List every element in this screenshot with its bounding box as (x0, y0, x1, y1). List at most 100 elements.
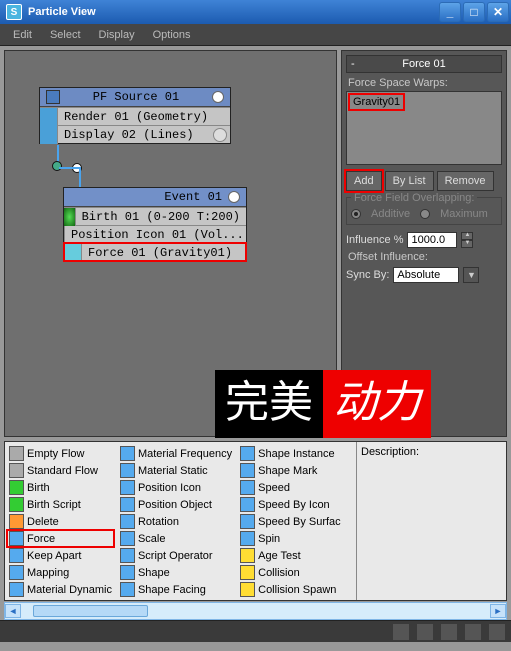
depot-col-3: Shape Instance Shape Mark Speed Speed By… (236, 442, 345, 600)
influence-input[interactable]: 1000.0 (407, 232, 457, 248)
menu-options[interactable]: Options (144, 29, 200, 41)
menu-select[interactable]: Select (41, 29, 90, 41)
close-button[interactable]: ✕ (487, 2, 509, 22)
collapse-icon[interactable]: - (351, 58, 355, 70)
node-title-event[interactable]: Event 01 (64, 188, 246, 207)
test-icon (240, 582, 255, 597)
op-position-object[interactable]: Position Object (118, 496, 234, 513)
shape-icon (120, 582, 135, 597)
menu-edit[interactable]: Edit (4, 29, 41, 41)
remove-button[interactable]: Remove (437, 171, 494, 191)
maximize-button[interactable]: □ (463, 2, 485, 22)
spacewarps-list[interactable]: Gravity01 (346, 91, 502, 165)
node-row-position[interactable]: Position Icon 01 (Vol... (64, 225, 246, 243)
material-icon (9, 582, 24, 597)
delete-icon (9, 514, 24, 529)
op-keep-apart[interactable]: Keep Apart (7, 547, 114, 564)
op-speed-by-icon[interactable]: Speed By Icon (238, 496, 343, 513)
op-shape-facing[interactable]: Shape Facing (118, 581, 234, 598)
node-row-force[interactable]: Force 01 (Gravity01) (64, 243, 246, 261)
op-collision[interactable]: Collision (238, 564, 343, 581)
op-material-frequency[interactable]: Material Frequency (118, 445, 234, 462)
shape-icon (240, 463, 255, 478)
birth-icon (64, 208, 76, 226)
bylist-button[interactable]: By List (385, 171, 434, 191)
script-icon (120, 548, 135, 563)
description-label: Description: (361, 446, 502, 458)
op-shape[interactable]: Shape (118, 564, 234, 581)
offset-label: Offset Influence: (348, 251, 502, 263)
influence-spinner[interactable]: ▲▼ (461, 232, 473, 248)
influence-label: Influence % (346, 234, 403, 246)
shape-icon (120, 565, 135, 580)
status-bar (0, 620, 511, 642)
op-speed-by-surface[interactable]: Speed By Surfac (238, 513, 343, 530)
overlap-fieldset: Force Field Overlapping: Additive Maximu… (346, 197, 502, 225)
scale-icon (120, 531, 135, 546)
node-row-render[interactable]: Render 01 (Geometry) (40, 107, 230, 125)
op-mapping[interactable]: Mapping (7, 564, 114, 581)
force-icon (64, 244, 82, 262)
no-zoom-icon[interactable] (489, 624, 505, 640)
pan-icon[interactable] (393, 624, 409, 640)
op-standard-flow[interactable]: Standard Flow (7, 462, 114, 479)
op-scale[interactable]: Scale (118, 530, 234, 547)
op-birth-script[interactable]: Birth Script (7, 496, 114, 513)
scroll-thumb[interactable] (33, 605, 148, 617)
flow-icon (9, 446, 24, 461)
node-pf-source[interactable]: PF Source 01 Render 01 (Geometry) Displa… (39, 87, 231, 144)
scroll-right-arrow[interactable]: ► (490, 604, 506, 618)
op-force[interactable]: Force (7, 530, 114, 547)
script-icon (9, 497, 24, 512)
menu-display[interactable]: Display (90, 29, 144, 41)
material-icon (120, 463, 135, 478)
scroll-left-arrow[interactable]: ◄ (5, 604, 21, 618)
op-collision-spawn[interactable]: Collision Spawn (238, 581, 343, 598)
node-event[interactable]: Event 01 Birth 01 (0-200 T:200) Position… (63, 187, 247, 262)
title-bar: S Particle View _ □ ✕ (0, 0, 511, 24)
spacewarp-item[interactable]: Gravity01 (350, 95, 403, 109)
op-age-test[interactable]: Age Test (238, 547, 343, 564)
display-dot[interactable] (213, 128, 227, 142)
spin-icon (240, 531, 255, 546)
op-script-operator[interactable]: Script Operator (118, 547, 234, 564)
sync-dropdown-arrow[interactable]: ▼ (463, 267, 479, 283)
zoom-icon[interactable] (417, 624, 433, 640)
op-birth[interactable]: Birth (7, 479, 114, 496)
minimize-button[interactable]: _ (439, 2, 461, 22)
zoom-region-icon[interactable] (441, 624, 457, 640)
op-material-static[interactable]: Material Static (118, 462, 234, 479)
op-spin[interactable]: Spin (238, 530, 343, 547)
op-empty-flow[interactable]: Empty Flow (7, 445, 114, 462)
op-rotation[interactable]: Rotation (118, 513, 234, 530)
operator-depot: Empty Flow Standard Flow Birth Birth Scr… (4, 441, 507, 601)
node-row-display[interactable]: Display 02 (Lines) (40, 125, 230, 143)
op-shape-mark[interactable]: Shape Mark (238, 462, 343, 479)
watermark-right: 动力 (323, 370, 431, 438)
horizontal-scrollbar[interactable]: ◄ ► (4, 602, 507, 620)
render-icon (40, 108, 58, 126)
radio-maximum[interactable] (420, 209, 430, 219)
bulb-icon[interactable] (228, 191, 240, 203)
display-icon (40, 126, 58, 144)
node-row-birth[interactable]: Birth 01 (0-200 T:200) (64, 207, 246, 225)
add-button[interactable]: Add (346, 171, 382, 191)
wire-h (59, 167, 81, 169)
op-shape-instance[interactable]: Shape Instance (238, 445, 343, 462)
node-title-pf-source[interactable]: PF Source 01 (40, 88, 230, 107)
position-icon (120, 497, 135, 512)
sync-select[interactable]: Absolute (393, 267, 459, 283)
radio-additive[interactable] (351, 209, 361, 219)
wire-node-out[interactable] (52, 161, 62, 171)
description-panel: Description: (356, 442, 506, 600)
op-position-icon[interactable]: Position Icon (118, 479, 234, 496)
app-icon: S (6, 4, 22, 20)
zoom-extents-icon[interactable] (465, 624, 481, 640)
bulb-icon[interactable] (212, 91, 224, 103)
speed-icon (240, 497, 255, 512)
op-material-dynamic[interactable]: Material Dynamic (7, 581, 114, 598)
panel-header[interactable]: - Force 01 (346, 55, 502, 73)
op-speed[interactable]: Speed (238, 479, 343, 496)
flow-icon (9, 463, 24, 478)
op-delete[interactable]: Delete (7, 513, 114, 530)
